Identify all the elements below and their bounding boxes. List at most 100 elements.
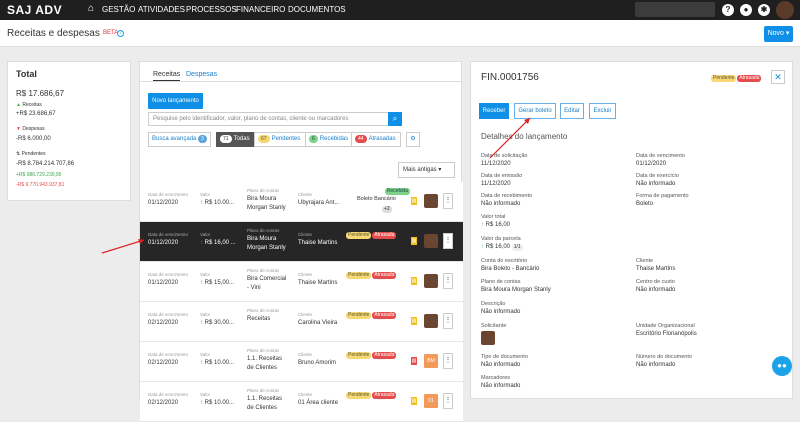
advanced-search-button[interactable]: Busca avançada 3	[148, 132, 211, 147]
field-label: Valor da parcela	[481, 236, 521, 242]
novo-lancamento-button[interactable]: Novo lançamento	[148, 93, 203, 109]
status-badge-pendente: Pendente	[346, 272, 372, 279]
help-circle-icon[interactable]: ?	[117, 30, 124, 37]
nav-gestao[interactable]: GESTÃO	[102, 5, 135, 14]
search-input[interactable]: Pesquise pelo identificador, valor, plan…	[148, 112, 389, 126]
more-options-icon[interactable]: ⋮	[443, 353, 453, 369]
status-badge-atrasada: Atrasada	[372, 392, 397, 399]
search-icon[interactable]: ⌕	[388, 112, 402, 126]
gear-icon[interactable]: ⚙	[406, 132, 420, 147]
app-logo[interactable]: SAJ ADV	[7, 3, 62, 17]
plano-line-1: Bira Moura	[247, 196, 277, 202]
arrow-up-icon: ↑	[200, 200, 203, 206]
field-label: Data de vencimento	[636, 153, 685, 159]
page-title: Receitas e despesas	[7, 28, 100, 39]
sort-select[interactable]: Mais antigas ▾	[398, 162, 455, 178]
plano-line-2: de Clientes	[247, 405, 278, 411]
chat-icon[interactable]: ●●	[772, 356, 792, 376]
table-row[interactable]: Data de vencimento 01/12/2020 Valor ↑ R$…	[140, 182, 463, 222]
field-value: Boleto	[636, 201, 654, 207]
col-label-venc: Data de vencimento	[148, 312, 189, 317]
nav-documentos[interactable]: DOCUMENTOS	[288, 5, 346, 14]
filter-atrasadas[interactable]: 44 Atrasadas	[351, 132, 401, 147]
col-label-plano: Plano de contas	[247, 308, 280, 313]
more-options-icon[interactable]: ⋮	[443, 313, 453, 329]
avatar	[424, 314, 438, 328]
status-badge-atrasada: Atrasada	[372, 352, 397, 359]
client-name: Thaise Martins	[298, 240, 338, 246]
arrow-up-icon: ↑	[200, 400, 203, 406]
editar-button[interactable]: Editar	[560, 103, 584, 119]
tabs: Receitas Despesas	[140, 62, 463, 82]
nav-financeiro[interactable]: FINANCEIRO	[236, 5, 285, 14]
arrow-down-icon: ▼	[16, 126, 21, 132]
col-label-plano: Plano de contas	[247, 348, 280, 353]
more-options-icon[interactable]: ⋮	[443, 233, 453, 249]
file-icon: ▤	[411, 197, 417, 205]
col-label-venc: Data de vencimento	[148, 192, 189, 197]
field-label: Valor total	[481, 214, 506, 220]
tab-receitas[interactable]: Receitas	[153, 71, 181, 81]
col-label-cliente: Cliente	[298, 312, 313, 317]
arrow-up-icon: ↑	[481, 244, 484, 250]
table-row[interactable]: Data de vencimento 02/12/2020 Valor ↑ R$…	[140, 382, 463, 422]
field-label: Número do documento	[636, 354, 692, 360]
field-label: Cliente	[636, 258, 654, 264]
status-badge-pendente: Pendente	[346, 232, 372, 239]
notifications-icon[interactable]: ●	[740, 4, 752, 16]
col-label-venc: Data de vencimento	[148, 392, 189, 397]
field-value: 11/12/2020	[481, 161, 511, 167]
help-icon[interactable]: ?	[722, 4, 734, 16]
arrow-up-icon: ▲	[16, 102, 21, 108]
row-badges: Pendente Atrasada	[346, 391, 397, 399]
field-label: Solicitante	[481, 323, 507, 329]
home-icon[interactable]: ⌂	[88, 4, 98, 14]
user-avatar[interactable]	[776, 1, 794, 19]
arrow-up-icon: ↑	[200, 280, 203, 286]
table-row[interactable]: Data de vencimento 02/12/2020 Valor ↑ R$…	[140, 302, 463, 342]
more-options-icon[interactable]: ⋮	[443, 273, 453, 289]
status-badge-atrasada: Atrasada	[737, 75, 762, 82]
table-row[interactable]: Data de vencimento 02/12/2020 Valor ↑ R$…	[140, 342, 463, 382]
nav-atividades[interactable]: ATIVIDADES	[138, 5, 185, 14]
due-date: 01/12/2020	[148, 200, 179, 206]
filter-pendentes[interactable]: 67 Pendentes	[254, 132, 306, 147]
novo-button[interactable]: Novo ▾	[764, 26, 793, 42]
global-search-input[interactable]	[635, 2, 715, 17]
plano-line-2: Morgan Stanly	[247, 205, 286, 211]
status-badge-pendente: Pendente	[346, 352, 372, 359]
tab-despesas[interactable]: Despesas	[186, 71, 217, 78]
field-value: Não informado	[481, 362, 521, 368]
status-badge: Recebida	[384, 188, 410, 195]
table-row[interactable]: Data de vencimento 01/12/2020 Valor ↑ R$…	[140, 222, 463, 262]
field-value: Não informado	[636, 362, 676, 368]
arrow-up-icon: ↑	[200, 320, 203, 326]
field-label: Conta do escritório	[481, 258, 528, 264]
client-name: Thaise Martins	[298, 280, 338, 286]
close-icon[interactable]: ✕	[771, 70, 785, 84]
plano-line-2: Morgan Stanly	[247, 245, 286, 251]
receber-button[interactable]: Receber	[479, 103, 509, 119]
col-label-cliente: Cliente	[298, 272, 313, 277]
annotation-arrow-1	[101, 239, 145, 254]
file-icon: ▤	[411, 277, 417, 285]
row-badges: Pendente Atrasada	[346, 271, 397, 279]
plano-line-1: Bira Comercial	[247, 276, 287, 282]
page-header: Receitas e despesas BETA ?	[0, 20, 800, 47]
detail-id: FIN.0001756	[481, 72, 539, 83]
excluir-button[interactable]: Excluir	[589, 103, 616, 119]
status-badge-atrasada: Atrasada	[372, 272, 397, 279]
settings-icon[interactable]: ✱	[758, 4, 770, 16]
field-label: Data de exercício	[636, 173, 679, 179]
row-badges: Pendente Atrasada	[346, 351, 397, 359]
gerar-boleto-button[interactable]: Gerar boleto	[514, 103, 556, 119]
more-options-icon[interactable]: ⋮	[443, 193, 453, 209]
receitas-label: ▲ Receitas	[16, 102, 42, 108]
filter-recebidas[interactable]: 6 Recebidas	[305, 132, 352, 147]
table-row[interactable]: Data de vencimento 01/12/2020 Valor ↑ R$…	[140, 262, 463, 302]
nav-processos[interactable]: PROCESSOS	[186, 5, 237, 14]
avatar	[424, 194, 438, 208]
filter-todas[interactable]: 71 Todas	[216, 132, 255, 147]
more-options-icon[interactable]: ⋮	[443, 393, 453, 409]
plano-line-1: Bira Moura	[247, 236, 277, 242]
